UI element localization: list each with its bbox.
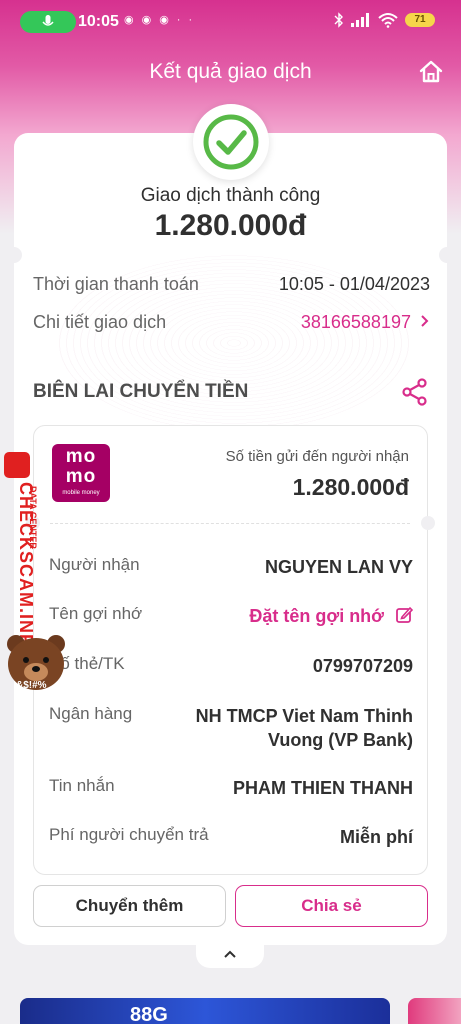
recipient-amount: 1.280.000đ	[292, 474, 409, 500]
status-time: 10:05	[78, 13, 119, 30]
detail-row-message: Tin nhắn PHAM THIEN THANH	[49, 776, 413, 798]
transfer-more-button[interactable]: Chuyển thêm	[33, 885, 226, 927]
card-notch-right	[439, 247, 455, 263]
receipt-divider	[50, 523, 410, 524]
title-bar: Kết quả giao dịch	[0, 56, 461, 92]
payment-time-value: 10:05 - 01/04/2023	[278, 274, 430, 294]
transaction-detail-row[interactable]: Chi tiết giao dịch 38166588197	[33, 312, 430, 333]
share-button[interactable]: Chia sẻ	[235, 885, 428, 927]
collapse-tab[interactable]	[196, 940, 264, 968]
signal-icon	[351, 13, 369, 27]
detail-label: Ngân hàng	[49, 704, 133, 723]
page-title: Kết quả giao dịch	[149, 60, 312, 83]
detail-value: NH TMCP Viet Nam Thinh Vuong (VP Bank)	[196, 704, 413, 752]
set-nickname-link[interactable]: Đặt tên gợi nhớ	[249, 604, 414, 628]
detail-value: 0799707209	[312, 656, 413, 676]
transaction-id-link[interactable]: 38166588197	[301, 312, 430, 333]
payment-time-row: Thời gian thanh toán 10:05 - 01/04/2023	[33, 274, 430, 295]
set-nickname-label: Đặt tên gợi nhớ	[249, 606, 384, 626]
detail-label: Tin nhắn	[49, 776, 115, 795]
bank-name-line-2: Vuong (VP Bank)	[267, 730, 413, 750]
chevron-up-icon	[224, 950, 236, 958]
recipient-amount-label: Số tiền gửi đến người nhận	[225, 448, 409, 465]
bluetooth-icon	[334, 12, 343, 28]
detail-value: Miễn phí	[340, 827, 413, 847]
mic-icon	[42, 15, 54, 26]
edit-icon	[396, 606, 414, 623]
transaction-id: 38166588197	[300, 312, 411, 332]
transaction-detail-label: Chi tiết giao dịch	[33, 312, 167, 332]
watermark: CHECKSCAM.INFO DATA CENTER &$!#%	[0, 452, 78, 702]
detail-row-recipient: Người nhận NGUYEN LAN VY	[49, 555, 413, 577]
check-circle-icon	[203, 114, 259, 170]
success-badge	[193, 104, 269, 180]
detail-row-account: Số thẻ/TK 0799707209	[49, 654, 413, 676]
receipt-notch-right	[421, 516, 435, 530]
detail-row-bank: Ngân hàng NH TMCP Viet Nam Thinh Vuong (…	[49, 704, 413, 754]
transaction-status: Giao dịch thành công	[140, 185, 321, 206]
detail-row-fee: Phí người chuyển trả Miễn phí	[49, 825, 413, 847]
detail-value: NGUYEN LAN VY	[264, 557, 413, 577]
bank-name-line-1: NH TMCP Viet Nam Thinh	[195, 706, 413, 726]
promo-banner-text: 88G	[130, 1004, 168, 1024]
home-icon[interactable]	[417, 58, 445, 86]
transaction-amount: 1.280.000đ	[154, 209, 307, 242]
watermark-sub: DATA CENTER	[28, 486, 38, 549]
wifi-icon	[378, 13, 398, 28]
receipt-section-title: BIÊN LAI CHUYỂN TIỀN	[33, 381, 249, 402]
payment-time-label: Thời gian thanh toán	[33, 274, 199, 294]
battery-icon: 71	[405, 13, 435, 27]
status-bar: 10:05 ◉◉◉·· 71	[0, 0, 461, 44]
detail-label: Phí người chuyển trả	[49, 825, 209, 844]
promo-banner-secondary[interactable]	[408, 998, 461, 1024]
lock-icon	[4, 452, 30, 478]
detail-row-nickname: Tên gợi nhớ Đặt tên gợi nhớ	[49, 604, 414, 626]
card-notch-left	[6, 247, 22, 263]
promo-banner[interactable]: 88G	[20, 998, 390, 1024]
detail-value: PHAM THIEN THANH	[233, 778, 413, 798]
notification-icons: ◉◉◉··	[124, 14, 201, 26]
mic-indicator	[20, 11, 76, 33]
chevron-right-icon	[421, 315, 429, 327]
watermark-bear-text: &$!#%	[16, 680, 47, 691]
share-icon[interactable]	[402, 378, 428, 406]
